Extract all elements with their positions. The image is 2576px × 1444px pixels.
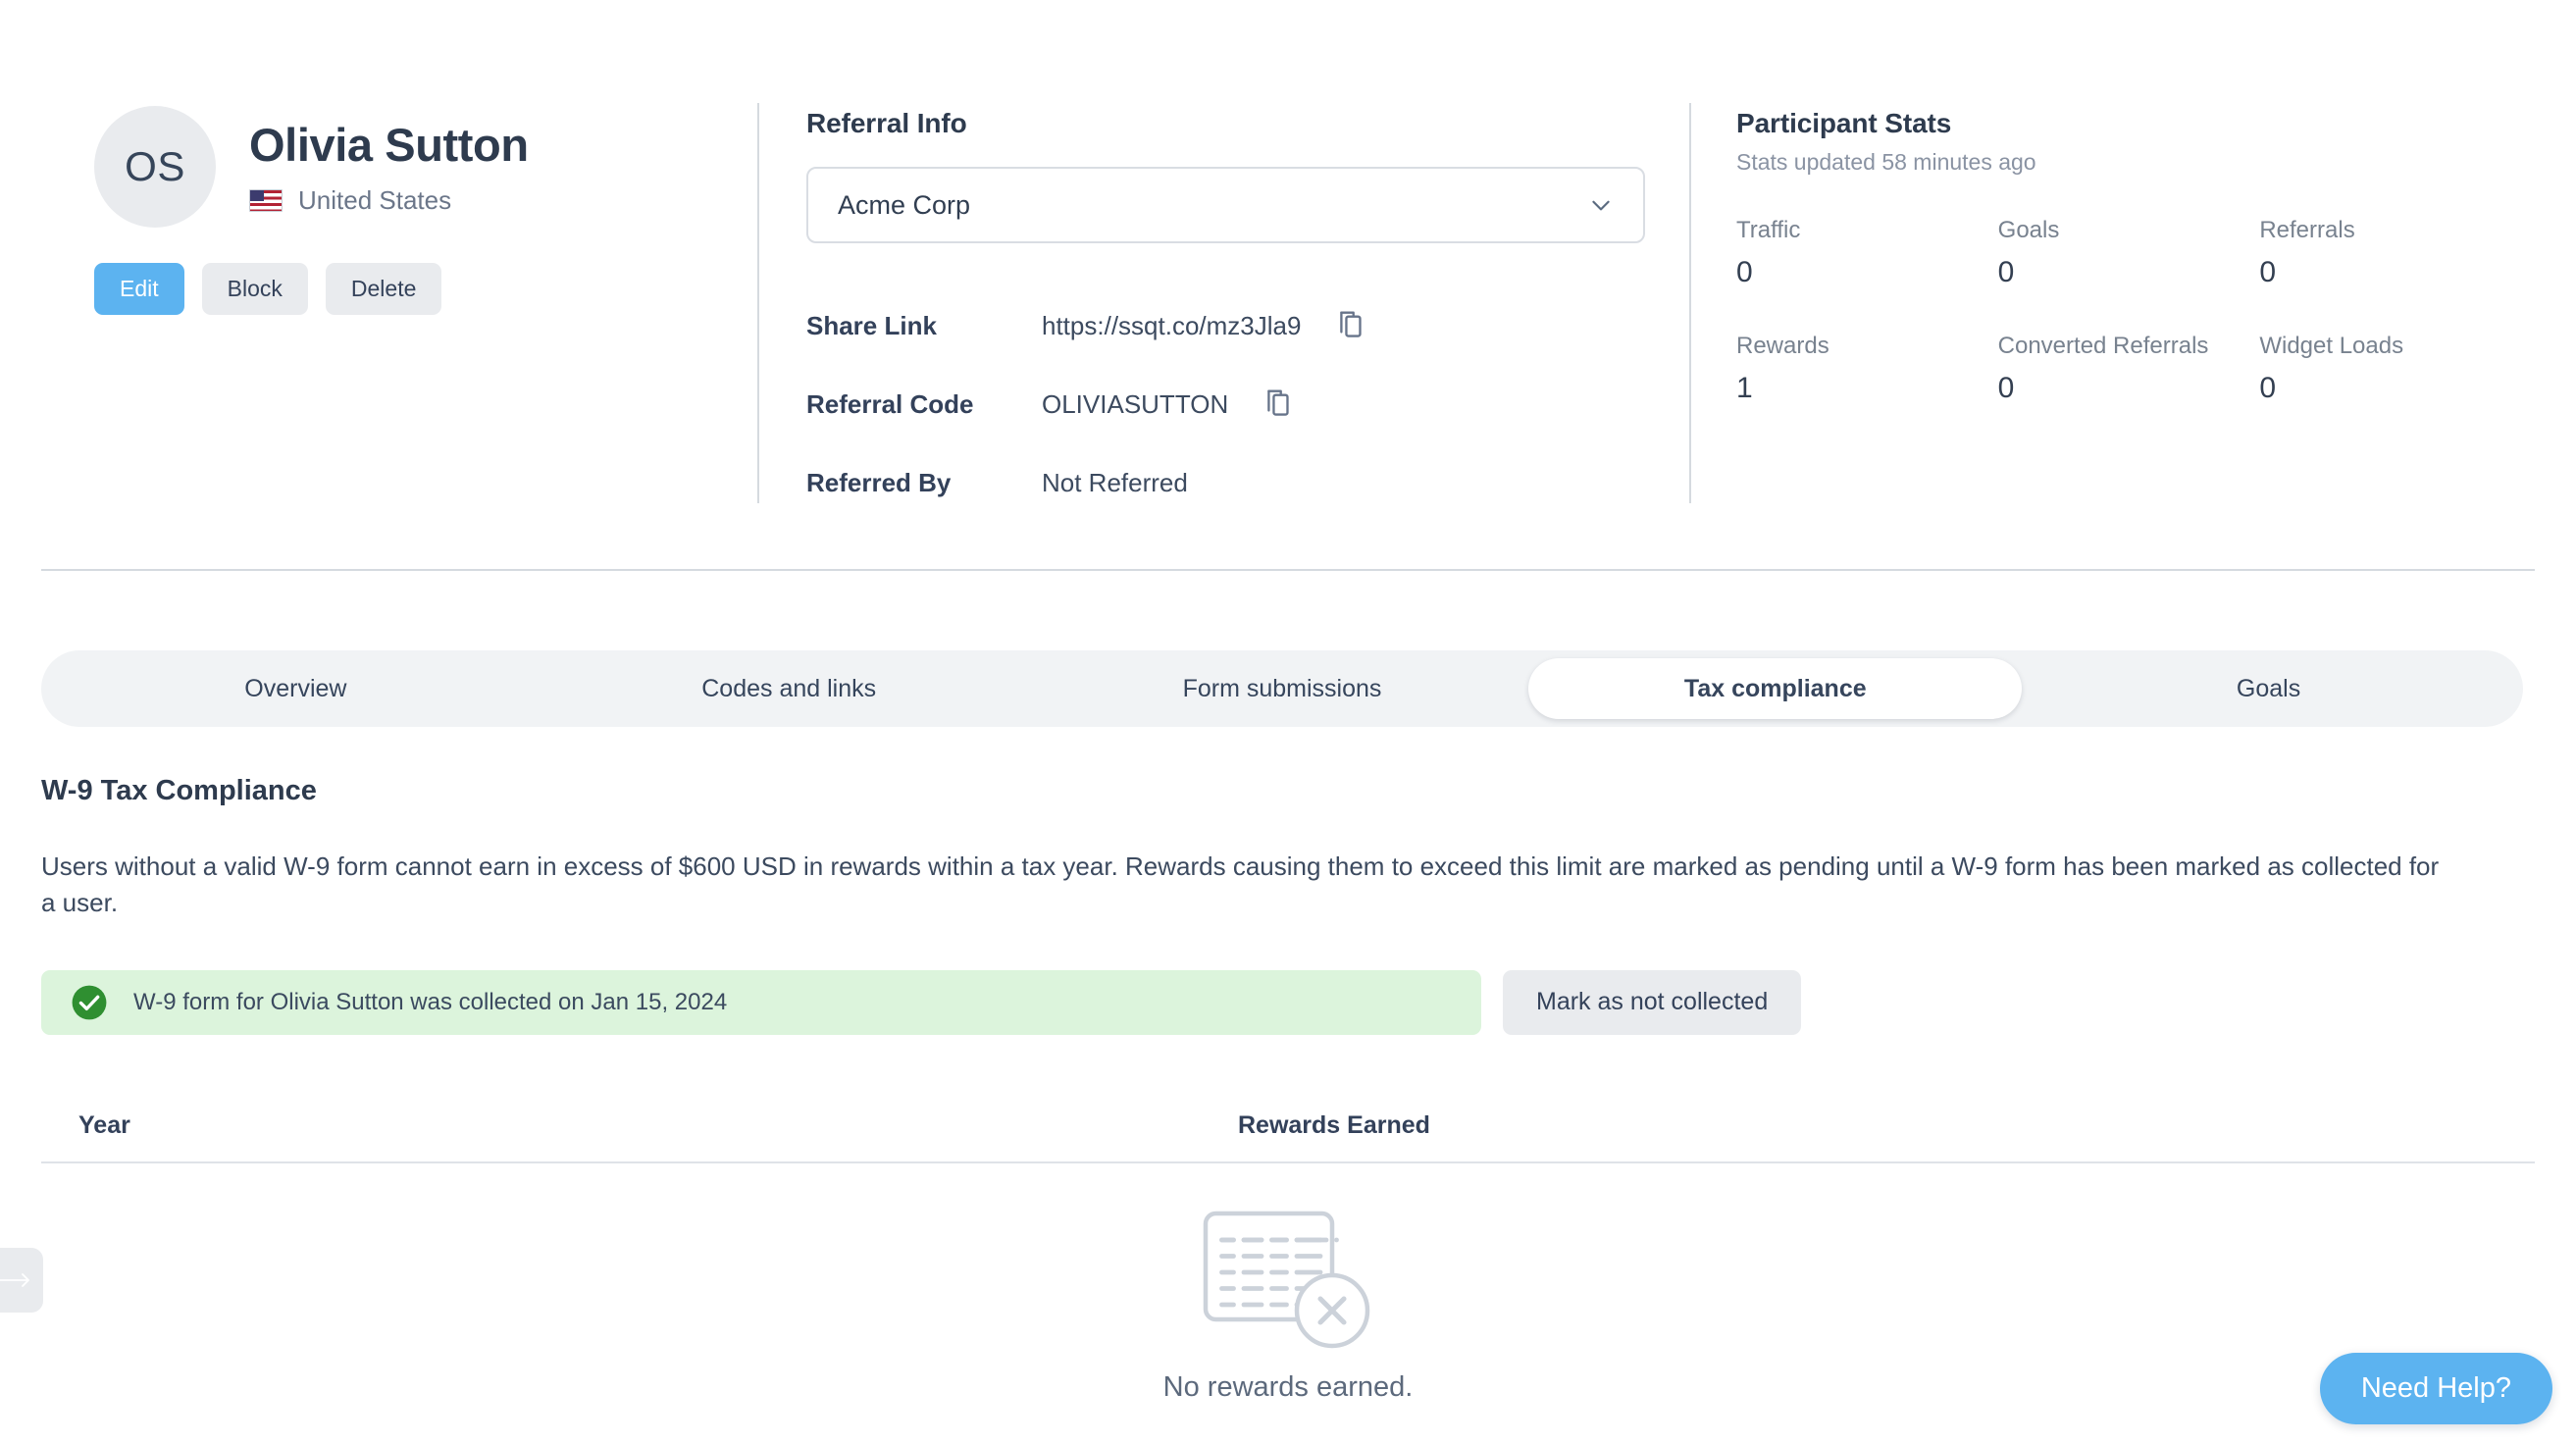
- referred-by-value: Not Referred: [1042, 467, 1188, 497]
- referral-row-referred-by: Referred By Not Referred: [806, 443, 1645, 522]
- page-title: Olivia Sutton: [249, 119, 529, 171]
- copy-share-link-button[interactable]: [1334, 309, 1367, 342]
- stat-widget-loads: Widget Loads 0: [2259, 333, 2521, 405]
- identity-block: OS Olivia Sutton United States Edit Bloc…: [94, 106, 722, 315]
- referral-details-list: Share Link https://ssqt.co/mz3Jla9 Refer…: [806, 286, 1645, 522]
- referral-info-title: Referral Info: [806, 108, 967, 138]
- program-select[interactable]: Acme Corp: [806, 167, 1645, 243]
- stats-updated-text: Stats updated 58 minutes ago: [1736, 149, 2036, 175]
- stat-traffic: Traffic 0: [1736, 217, 1998, 289]
- stat-label: Widget Loads: [2259, 333, 2404, 359]
- stat-label: Rewards: [1736, 333, 1829, 359]
- check-circle-icon: [72, 985, 107, 1020]
- referred-by-label: Referred By: [806, 467, 952, 497]
- rewards-table: Year Rewards Earned No rewards earned.: [41, 1111, 2535, 1404]
- country-label: United States: [298, 184, 452, 215]
- stat-value: 0: [2259, 372, 2277, 404]
- profile-header: OS Olivia Sutton United States Edit Bloc…: [0, 0, 2576, 569]
- profile-actions: Edit Block Delete: [94, 263, 722, 315]
- referral-row-referral-code: Referral Code OLIVIASUTTON: [806, 365, 1645, 443]
- stat-referrals: Referrals 0: [2259, 217, 2521, 289]
- avatar-initials: OS: [125, 143, 185, 189]
- stat-value: 0: [1736, 256, 1753, 288]
- participant-stats-panel: Participant Stats Stats updated 58 minut…: [1736, 108, 2521, 405]
- table-header-row: Year Rewards Earned: [41, 1111, 2535, 1163]
- stat-value: 1: [1736, 372, 1753, 404]
- stat-value: 0: [1997, 256, 2015, 288]
- tab-codes-and-links[interactable]: Codes and links: [542, 658, 1036, 719]
- sidebar-expand-handle[interactable]: [0, 1248, 43, 1313]
- share-link-value: https://ssqt.co/mz3Jla9: [1042, 310, 1302, 340]
- stat-label: Goals: [1997, 217, 2060, 243]
- country-row: United States: [249, 185, 529, 216]
- w9-status-banner: W-9 form for Olivia Sutton was collected…: [41, 969, 1481, 1035]
- column-header-year: Year: [78, 1110, 130, 1139]
- participant-stats-title: Participant Stats: [1736, 108, 1952, 138]
- stat-rewards: Rewards 1: [1736, 333, 1998, 405]
- need-help-button[interactable]: Need Help?: [2319, 1353, 2552, 1424]
- referral-code-label: Referral Code: [806, 388, 974, 419]
- referral-row-share-link: Share Link https://ssqt.co/mz3Jla9: [806, 286, 1645, 365]
- copy-referral-code-button[interactable]: [1262, 387, 1295, 421]
- section-description: Users without a valid W-9 form cannot ea…: [41, 851, 2440, 917]
- divider-vertical-left: [757, 103, 759, 503]
- program-select-value: Acme Corp: [838, 189, 971, 220]
- section-title: W-9 Tax Compliance: [41, 775, 317, 806]
- empty-state-message: No rewards earned.: [1162, 1370, 1414, 1403]
- stats-grid: Traffic 0 Goals 0 Referrals 0 Rewards 1 …: [1736, 217, 2521, 405]
- stat-label: Referrals: [2259, 217, 2355, 243]
- w9-status-row: W-9 form for Olivia Sutton was collected…: [41, 969, 2535, 1035]
- divider-horizontal: [41, 569, 2535, 571]
- referral-info-panel: Referral Info Acme Corp Share Link https…: [806, 108, 1645, 522]
- stat-value: 0: [2259, 256, 2277, 288]
- tab-tax-compliance[interactable]: Tax compliance: [1528, 658, 2023, 719]
- tab-form-submissions[interactable]: Form submissions: [1036, 658, 1529, 719]
- stat-label: Converted Referrals: [1997, 333, 2209, 359]
- avatar: OS: [94, 106, 216, 228]
- stat-label: Traffic: [1736, 217, 1801, 243]
- mark-as-not-collected-button[interactable]: Mark as not collected: [1503, 969, 1802, 1035]
- tab-bar: Overview Codes and links Form submission…: [41, 650, 2523, 727]
- tab-goals[interactable]: Goals: [2022, 658, 2515, 719]
- share-link-label: Share Link: [806, 310, 937, 340]
- delete-button[interactable]: Delete: [325, 263, 442, 315]
- tab-overview[interactable]: Overview: [49, 658, 542, 719]
- chevron-down-icon: [1592, 200, 1610, 211]
- block-button[interactable]: Block: [201, 263, 308, 315]
- empty-state: No rewards earned.: [41, 1205, 2535, 1404]
- edit-button[interactable]: Edit: [94, 263, 184, 315]
- copy-icon: [1340, 311, 1363, 337]
- w9-status-text: W-9 form for Olivia Sutton was collected…: [133, 988, 728, 1015]
- empty-table-icon: [1203, 1211, 1370, 1349]
- arrow-right-icon: [0, 1273, 29, 1287]
- tax-compliance-section: W-9 Tax Compliance Users without a valid…: [41, 775, 2535, 1404]
- divider-vertical-right: [1689, 103, 1691, 503]
- stat-value: 0: [1997, 372, 2015, 404]
- referral-code-value: OLIVIASUTTON: [1042, 388, 1229, 419]
- copy-icon: [1267, 389, 1289, 416]
- us-flag-icon: [249, 188, 283, 212]
- stat-goals: Goals 0: [1998, 217, 2260, 289]
- column-header-rewards-earned: Rewards Earned: [1238, 1110, 1430, 1139]
- stat-converted-referrals: Converted Referrals 0: [1998, 333, 2260, 405]
